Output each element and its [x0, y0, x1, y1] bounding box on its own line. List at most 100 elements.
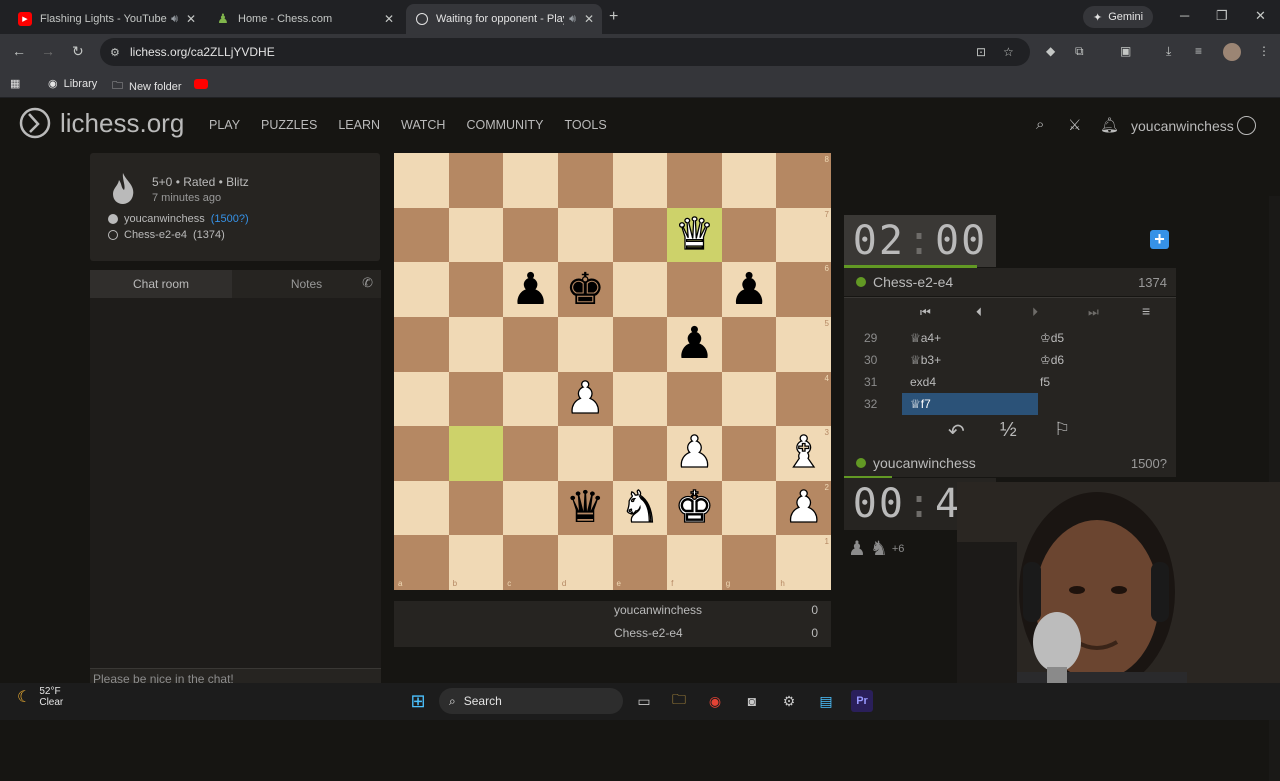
square-e8[interactable] — [612, 153, 668, 208]
square-h8[interactable] — [776, 153, 831, 208]
username-link[interactable]: youcanwinchess — [1131, 118, 1234, 134]
white-player[interactable]: youcanwinchess (1500?) — [108, 213, 249, 225]
site-settings-icon[interactable]: ⚙ — [110, 46, 120, 59]
square-e5[interactable] — [612, 316, 668, 372]
square-h6[interactable] — [776, 262, 831, 317]
square-c2[interactable] — [503, 480, 558, 536]
black-piece-d6[interactable]: ♚ — [558, 262, 613, 317]
prev-move-icon[interactable]: ⏴ — [976, 305, 982, 320]
task-view-icon[interactable]: ▭ — [633, 690, 655, 712]
square-h5[interactable] — [776, 316, 831, 372]
square-c1[interactable] — [503, 535, 558, 590]
square-g8[interactable] — [721, 153, 777, 208]
windows-start-icon[interactable]: ⊞ — [407, 690, 429, 712]
nav-watch[interactable]: WATCH — [401, 118, 445, 132]
tab-chesscom[interactable]: ♟ Home - Chess.com ✕ — [206, 4, 402, 34]
forward-icon[interactable]: → — [41, 43, 55, 59]
white-move[interactable]: exd4 — [902, 371, 1038, 393]
square-h7[interactable] — [776, 207, 831, 263]
square-a4[interactable] — [394, 371, 449, 427]
last-move-icon[interactable]: ⏭ — [1088, 305, 1099, 320]
white-piece-h3[interactable]: ♝ — [776, 426, 831, 481]
square-c3[interactable] — [503, 426, 558, 481]
square-a6[interactable] — [394, 262, 449, 317]
square-g7[interactable] — [721, 207, 777, 263]
square-a3[interactable] — [394, 426, 449, 481]
offer-draw-button[interactable]: ½ — [1000, 419, 1017, 442]
black-piece-c6[interactable]: ♟ — [503, 262, 558, 317]
file-explorer-icon[interactable]: 🗀 — [668, 690, 690, 712]
site-logo[interactable]: lichess.org — [18, 106, 184, 140]
minimize-icon[interactable]: ─ — [1180, 8, 1189, 23]
square-e7[interactable] — [612, 207, 668, 263]
speaker-icon[interactable]: 🔊︎ — [569, 13, 576, 26]
square-b2[interactable] — [448, 480, 504, 536]
close-icon[interactable]: ✕ — [186, 12, 196, 26]
black-piece-d2[interactable]: ♛ — [558, 481, 613, 536]
square-d7[interactable] — [557, 207, 613, 263]
black-move[interactable]: ♔d5 — [1040, 331, 1064, 345]
nav-play[interactable]: PLAY — [209, 118, 240, 132]
black-move[interactable]: ♔d6 — [1040, 353, 1064, 367]
chess-board[interactable]: 8 7 6 5 4 3 2 a b c d e f g 1 h ♛ ♟ ♚ ♟ ♟ ♟ ♟ ♝ ♛ ♞ ♚ ♟ — [394, 153, 831, 590]
close-icon[interactable]: ✕ — [584, 12, 594, 26]
square-e4[interactable] — [612, 371, 668, 427]
user-icon[interactable] — [1237, 116, 1256, 135]
chrome-icon[interactable]: ◉ — [704, 690, 726, 712]
square-d3[interactable] — [557, 426, 613, 481]
restore-icon[interactable]: ❐ — [1216, 8, 1228, 24]
opponent-row[interactable]: Chess-e2-e4 1374 — [844, 268, 1176, 296]
square-b5[interactable] — [448, 316, 504, 372]
gemini-button[interactable]: ✦ Gemini — [1083, 6, 1154, 28]
weather-widget[interactable]: ☾ 52°F Clear — [17, 686, 63, 708]
address-bar[interactable]: ⚙ lichess.org/ca2ZLLjYVDHE ⊡ ☆ — [100, 38, 1030, 66]
reload-icon[interactable]: ↻ — [72, 43, 84, 60]
profile-avatar[interactable] — [1223, 43, 1241, 61]
square-e3[interactable] — [612, 426, 668, 481]
white-piece-f7[interactable]: ♛ — [667, 208, 722, 263]
square-f1[interactable] — [667, 535, 722, 590]
square-b4[interactable] — [448, 371, 504, 427]
resign-flag-icon[interactable]: ⚐ — [1054, 419, 1070, 440]
premiere-icon[interactable]: Pr — [851, 690, 873, 712]
square-f8[interactable] — [667, 153, 722, 208]
square-d5[interactable] — [557, 316, 613, 372]
bookmark-new-folder[interactable]: 🗀 New folder — [112, 77, 182, 96]
white-piece-h2[interactable]: ♟ — [776, 481, 831, 536]
tab-lichess[interactable]: Waiting for opponent - Play 🔊︎ ✕ — [406, 4, 602, 34]
phone-icon[interactable]: ✆ — [362, 275, 373, 291]
puzzle-icon[interactable]: ⧉ — [1075, 44, 1084, 59]
back-icon[interactable]: ← — [12, 43, 26, 59]
nav-tools[interactable]: TOOLS — [565, 118, 607, 132]
my-player-row[interactable]: youcanwinchess 1500? — [844, 449, 1176, 477]
media-icon[interactable]: ≡ — [1195, 44, 1202, 58]
tab-chat-room[interactable]: Chat room — [90, 270, 232, 298]
tab-youtube[interactable]: ▶ Flashing Lights - YouTube 🔊︎ ✕ — [8, 4, 204, 34]
black-piece-g6[interactable]: ♟ — [722, 262, 777, 317]
speaker-icon[interactable]: 🔊︎ — [171, 13, 178, 26]
black-player[interactable]: Chess-e2-e4 (1374) — [108, 229, 225, 241]
square-g3[interactable] — [721, 426, 777, 481]
nav-community[interactable]: COMMUNITY — [466, 118, 543, 132]
install-icon[interactable]: ⊡ — [976, 45, 986, 59]
white-piece-e2[interactable]: ♞ — [613, 481, 668, 536]
extension-icon[interactable]: ◆ — [1046, 44, 1055, 58]
square-e6[interactable] — [612, 262, 668, 317]
white-move[interactable]: ♕a4+ — [902, 327, 1038, 349]
notepad-icon[interactable]: ▤ — [815, 690, 837, 712]
sidepanel-icon[interactable]: ▣ — [1120, 44, 1131, 58]
square-g5[interactable] — [721, 316, 777, 372]
square-a8[interactable] — [394, 153, 449, 208]
white-piece-f3[interactable]: ♟ — [667, 426, 722, 481]
download-icon[interactable]: ⤓ — [1166, 44, 1171, 59]
square-f6[interactable] — [667, 262, 722, 317]
swords-icon[interactable]: ⚔ — [1068, 116, 1081, 134]
camera-icon[interactable]: ◙ — [741, 690, 763, 712]
square-c4[interactable] — [503, 371, 558, 427]
close-icon[interactable]: ✕ — [384, 12, 394, 26]
menu-icon[interactable]: ≡ — [1142, 303, 1150, 319]
square-b7[interactable] — [448, 207, 504, 263]
square-a7[interactable] — [394, 207, 449, 263]
black-piece-f5[interactable]: ♟ — [667, 317, 722, 372]
tab-notes[interactable]: Notes ✆ — [232, 270, 381, 298]
